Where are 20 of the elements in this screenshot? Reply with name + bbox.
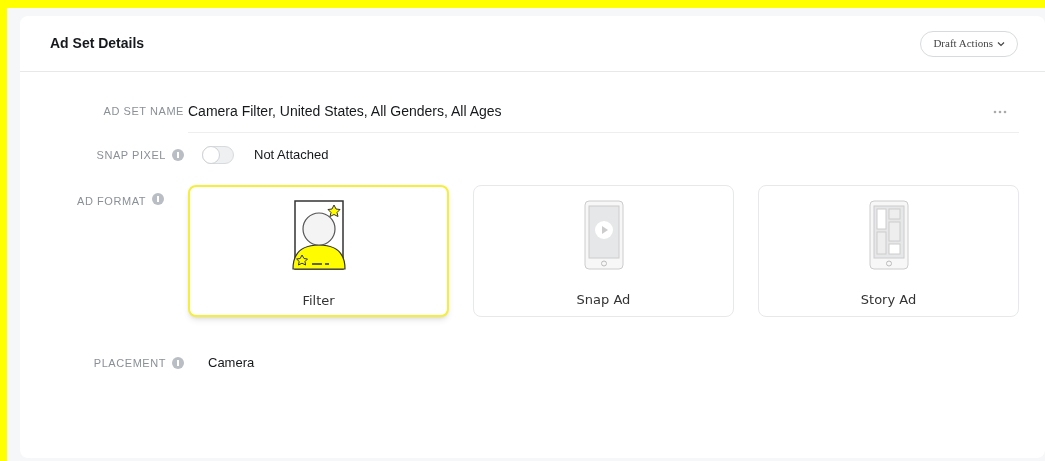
info-icon — [152, 193, 164, 205]
placement-value: Camera — [208, 354, 255, 373]
chevron-down-icon — [997, 40, 1005, 47]
phone-video-icon — [583, 200, 624, 270]
more-icon[interactable] — [993, 109, 1007, 114]
format-card[interactable]: Story Ad — [758, 185, 1019, 317]
field-label: AD FORMAT — [77, 194, 146, 209]
field-label: AD SET NAME — [102, 104, 184, 120]
field-label: SNAP PIXEL — [96, 147, 166, 163]
info-icon — [172, 357, 184, 369]
ad-set-name-value: Camera Filter, United States, All Genders, All Ages — [188, 102, 502, 121]
card-title: Ad Set Details — [50, 34, 145, 53]
toggle-switch[interactable] — [202, 146, 234, 164]
info-icon — [172, 149, 184, 161]
status-text: Not Attached — [254, 146, 329, 165]
field-label: PLACEMENT — [93, 355, 166, 371]
person-frame-icon — [290, 199, 347, 271]
format-card[interactable]: Snap Ad — [473, 185, 734, 317]
format-card[interactable]: Filter — [188, 185, 449, 317]
phone-tiles-icon — [868, 200, 909, 270]
